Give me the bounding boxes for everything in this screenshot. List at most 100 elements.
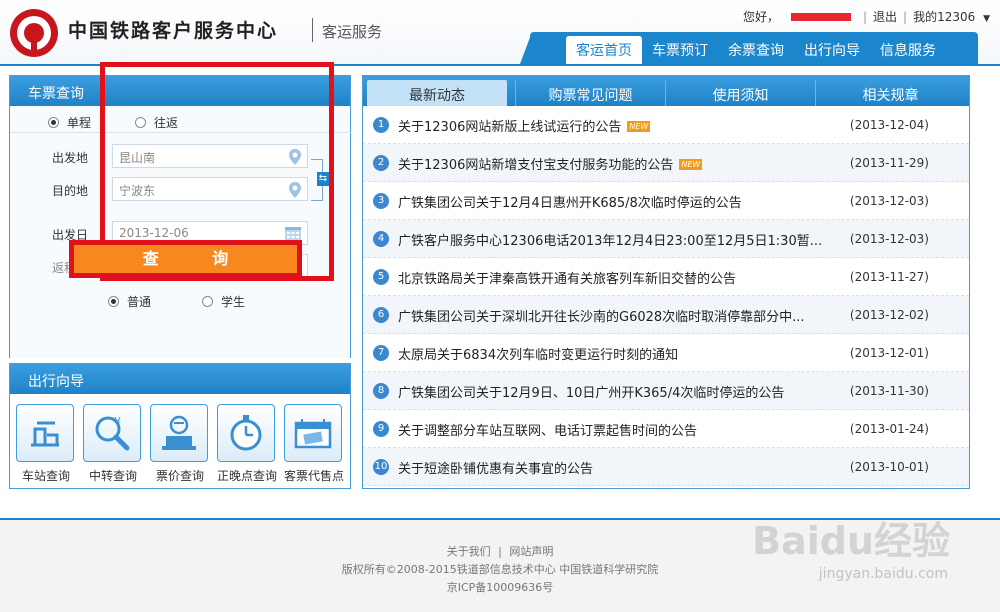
query-button[interactable]: 查 询	[69, 240, 302, 278]
news-date: (2013-01-24)	[849, 422, 929, 436]
radio-selected-icon	[48, 117, 59, 128]
number-badge: 9	[373, 421, 389, 437]
news-date: (2013-11-30)	[849, 384, 929, 398]
site-brand[interactable]: 中国铁路客户服务中心	[68, 16, 278, 43]
guide-label-punctuality: 正晚点查询	[216, 469, 277, 483]
number-badge: 10	[373, 459, 389, 475]
news-title-link[interactable]: 广铁集团公司关于12月4日惠州开K685/8次临时停运的公告	[398, 192, 742, 211]
user-bar: 您好， | 退出 | 我的12306 ▼	[737, 8, 990, 25]
news-item: 4 广铁客户服务中心12306电话2013年12月4日23:00至12月5日1:…	[363, 220, 969, 258]
transfer-search-icon: ¥	[83, 404, 141, 462]
one-way-label: 单程	[67, 116, 92, 130]
station-icon	[16, 404, 74, 462]
separator: |	[903, 9, 908, 24]
nav-home[interactable]: 客运首页	[566, 36, 642, 64]
news-title-link[interactable]: 北京铁路局关于津秦高铁开通有关旅客列车新旧交替的公告	[398, 268, 736, 287]
number-badge: 6	[373, 307, 389, 323]
news-item: 3 广铁集团公司关于12月4日惠州开K685/8次临时停运的公告 (2013-1…	[363, 182, 969, 220]
nav-remaining-tickets[interactable]: 余票查询	[718, 32, 794, 64]
tab-usage-notes[interactable]: 使用须知	[665, 80, 815, 106]
news-tabs: 最新动态 购票常见问题 使用须知 相关规章	[363, 76, 969, 106]
normal-ticket-label: 普通	[127, 295, 152, 309]
news-date: (2013-11-29)	[849, 156, 929, 170]
news-title-link[interactable]: 关于12306网站新增支付宝支付服务功能的公告 NEW	[398, 154, 703, 173]
guide-item-station[interactable]: 车站查询	[16, 404, 76, 484]
my-account-label: 我的12306	[913, 10, 976, 24]
guide-item-outlet[interactable]: 客票代售点	[284, 404, 344, 484]
news-title-link[interactable]: 广铁集团公司关于深圳北开往长沙南的G6028次临时取消停靠部分中...	[398, 306, 805, 325]
news-title-link[interactable]: 关于调整部分车站互联网、电话订票起售时间的公告	[398, 420, 697, 439]
from-label: 出发地	[52, 151, 89, 165]
news-title-link[interactable]: 广铁集团公司关于12月9日、10日广州开K365/4次临时停运的公告	[398, 382, 784, 401]
radio-selected-icon	[108, 296, 119, 307]
fare-icon	[150, 404, 208, 462]
news-list: 1 关于12306网站新版上线试运行的公告 NEW (2013-12-04) 2 …	[363, 106, 969, 486]
about-link[interactable]: 关于我们	[447, 545, 491, 558]
guide-label-outlet: 客票代售点	[283, 469, 344, 483]
nav-info-service[interactable]: 信息服务	[870, 32, 946, 64]
my-account-link[interactable]: 我的12306 ▼	[913, 8, 990, 25]
guide-label-station: 车站查询	[21, 469, 70, 483]
main-nav: 客运首页 车票预订 余票查询 出行向导 信息服务	[520, 32, 978, 64]
tab-faq[interactable]: 购票常见问题	[515, 80, 665, 106]
news-date: (2013-12-03)	[849, 232, 929, 246]
nav-booking[interactable]: 车票预订	[642, 32, 718, 64]
news-title-link[interactable]: 关于12306网站新版上线试运行的公告 NEW	[398, 116, 651, 135]
news-date: (2013-10-01)	[849, 460, 929, 474]
separator: |	[498, 545, 502, 558]
brand-divider	[312, 18, 313, 42]
news-item: 8 广铁集团公司关于12月9日、10日广州开K365/4次临时停运的公告 (20…	[363, 372, 969, 410]
news-date: (2013-12-03)	[849, 194, 929, 208]
student-ticket-radio[interactable]: 学生	[202, 293, 245, 310]
number-badge: 1	[373, 117, 389, 133]
statement-link[interactable]: 网站声明	[509, 545, 553, 558]
news-date: (2013-12-02)	[849, 308, 929, 322]
news-date: (2013-11-27)	[849, 270, 929, 284]
nav-travel-guide[interactable]: 出行向导	[794, 32, 870, 64]
news-title-link[interactable]: 关于短途卧铺优惠有关事宜的公告	[398, 458, 593, 477]
news-item: 10 关于短途卧铺优惠有关事宜的公告 (2013-10-01)	[363, 448, 969, 486]
logout-link[interactable]: 退出	[873, 8, 897, 25]
radio-icon	[202, 296, 213, 307]
student-ticket-label: 学生	[221, 295, 246, 309]
header: 中国铁路客户服务中心 客运服务 您好， | 退出 | 我的12306 ▼ 客运首…	[0, 0, 1000, 64]
news-date: (2013-12-01)	[849, 346, 929, 360]
tab-latest-news[interactable]: 最新动态	[367, 80, 507, 106]
baidu-watermark: Baidu经验	[752, 519, 950, 563]
guide-label-transfer: 中转查询	[88, 469, 137, 483]
ticket-outlet-icon	[284, 404, 342, 462]
news-title-link[interactable]: 太原局关于6834次列车临时变更运行时刻的通知	[398, 344, 678, 363]
redacted-username[interactable]	[790, 12, 851, 21]
guide-item-fare[interactable]: 票价查询	[150, 404, 210, 484]
news-item: 2 关于12306网站新增支付宝支付服务功能的公告 NEW (2013-11-29…	[363, 144, 969, 182]
number-badge: 8	[373, 383, 389, 399]
news-item: 9 关于调整部分车站互联网、电话订票起售时间的公告 (2013-01-24)	[363, 410, 969, 448]
news-date: (2013-12-04)	[849, 118, 929, 132]
greeting-text: 您好，	[742, 10, 779, 24]
number-badge: 2	[373, 155, 389, 171]
news-title-link[interactable]: 广铁客户服务中心12306电话2013年12月4日23:00至12月5日1:30…	[398, 230, 822, 249]
guide-label-fare: 票价查询	[155, 469, 204, 483]
news-panel: 最新动态 购票常见问题 使用须知 相关规章 1 关于12306网站新版上线试运行…	[362, 75, 970, 489]
separator: |	[862, 9, 867, 24]
guide-item-punctuality[interactable]: 正晚点查询	[217, 404, 277, 484]
to-label: 目的地	[52, 184, 89, 198]
news-title-text: 关于12306网站新增支付宝支付服务功能的公告	[398, 158, 674, 173]
news-item: 1 关于12306网站新版上线试运行的公告 NEW (2013-12-04)	[363, 106, 969, 144]
news-item: 5 北京铁路局关于津秦高铁开通有关旅客列车新旧交替的公告 (2013-11-27…	[363, 258, 969, 296]
travel-guide-title: 出行向导	[10, 364, 350, 394]
news-title-text: 关于12306网站新版上线试运行的公告	[398, 120, 622, 135]
new-badge: NEW	[627, 121, 651, 132]
normal-ticket-radio[interactable]: 普通	[108, 293, 151, 310]
number-badge: 3	[373, 193, 389, 209]
site-subtitle: 客运服务	[322, 23, 383, 41]
guide-items: 车站查询 ¥ 中转查询 票价查询 正晚点查询 客票代售点	[10, 394, 350, 484]
one-way-radio[interactable]: 单程	[48, 114, 91, 131]
guide-item-transfer[interactable]: ¥ 中转查询	[83, 404, 143, 484]
tab-regulations[interactable]: 相关规章	[815, 80, 965, 106]
watermark-url: jingyan.baidu.com	[818, 566, 948, 582]
railway-logo-icon[interactable]	[10, 9, 58, 57]
chevron-down-icon: ▼	[983, 14, 990, 24]
number-badge: 5	[373, 269, 389, 285]
news-item: 7 太原局关于6834次列车临时变更运行时刻的通知 (2013-12-01)	[363, 334, 969, 372]
